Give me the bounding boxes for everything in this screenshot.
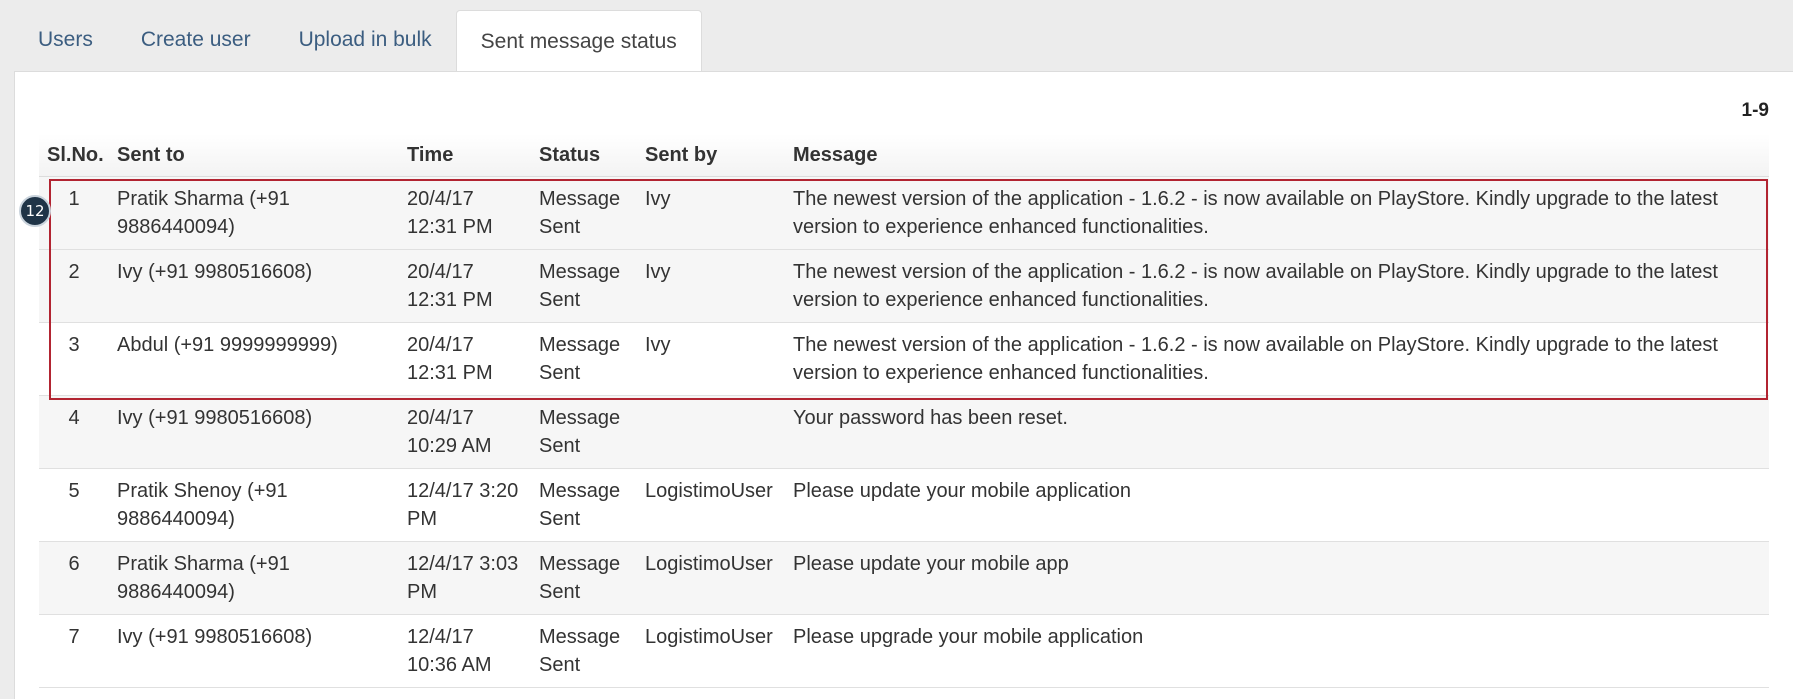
sent-message-status-panel: 1-9 Sl.No. Sent to Time Status Sent by M… <box>14 71 1793 699</box>
cell-sl-no: 2 <box>39 249 109 323</box>
table-row: 6 Pratik Sharma (+91 9886440094) 12/4/17… <box>39 541 1769 615</box>
cell-message: The newest version of the application - … <box>785 249 1769 323</box>
cell-sent-by: LogistimoUser <box>637 614 785 688</box>
cell-time: 12/4/17 3:20 PM <box>399 468 531 542</box>
table-row: 5 Pratik Shenoy (+91 9886440094) 12/4/17… <box>39 468 1769 542</box>
cell-message: Please upgrade your mobile application <box>785 614 1769 688</box>
cell-time: 12/4/17 10:36 AM <box>399 614 531 688</box>
cell-status: Message Sent <box>531 249 637 323</box>
cell-message: Please update your mobile application <box>785 468 1769 542</box>
tab-users[interactable]: Users <box>14 9 117 71</box>
cell-sent-by: Ivy <box>637 322 785 396</box>
cell-status: Message Sent <box>531 176 637 250</box>
tab-bar: Users Create user Upload in bulk Sent me… <box>14 9 1793 72</box>
cell-sl-no: 7 <box>39 614 109 688</box>
table-row: 7 Ivy (+91 9980516608) 12/4/17 10:36 AM … <box>39 614 1769 688</box>
cell-status: Message Sent <box>531 614 637 688</box>
table-row: 3 Abdul (+91 9999999999) 20/4/17 12:31 P… <box>39 322 1769 396</box>
cell-sl-no: 5 <box>39 468 109 542</box>
header-time: Time <box>399 134 531 177</box>
cell-time: 20/4/17 12:31 PM <box>399 176 531 250</box>
cell-sl-no: 4 <box>39 395 109 469</box>
table-row: 2 Ivy (+91 9980516608) 20/4/17 12:31 PM … <box>39 249 1769 323</box>
tab-upload-in-bulk[interactable]: Upload in bulk <box>275 9 456 71</box>
cell-time: 12/4/17 3:03 PM <box>399 541 531 615</box>
cell-sent-to: Ivy (+91 9980516608) <box>109 249 399 323</box>
header-sent-to: Sent to <box>109 134 399 177</box>
cell-status: Message Sent <box>531 322 637 396</box>
cell-sent-to: Abdul (+91 9999999999) <box>109 322 399 396</box>
cell-sent-to: Ivy (+91 9980516608) <box>109 395 399 469</box>
header-status: Status <box>531 134 637 177</box>
table-row: 4 Ivy (+91 9980516608) 20/4/17 10:29 AM … <box>39 395 1769 469</box>
cell-message: Please update your mobile app <box>785 541 1769 615</box>
header-message: Message <box>785 134 1769 177</box>
cell-sent-to: Pratik Shenoy (+91 9886440094) <box>109 468 399 542</box>
header-sl-no: Sl.No. <box>39 134 109 177</box>
cell-status: Message Sent <box>531 395 637 469</box>
tab-sent-message-status[interactable]: Sent message status <box>455 10 702 72</box>
cell-sent-to: Ivy (+91 9980516608) <box>109 614 399 688</box>
header-sent-by: Sent by <box>637 134 785 177</box>
cell-message: The newest version of the application - … <box>785 322 1769 396</box>
cell-sl-no: 3 <box>39 322 109 396</box>
cell-sent-by: Ivy <box>637 176 785 250</box>
cell-sl-no: 6 <box>39 541 109 615</box>
cell-status: Message Sent <box>531 468 637 542</box>
cell-sent-by <box>637 395 785 469</box>
cell-time: 20/4/17 12:31 PM <box>399 249 531 323</box>
tab-create-user[interactable]: Create user <box>117 9 275 71</box>
cell-sent-by: LogistimoUser <box>637 541 785 615</box>
cell-time: 20/4/17 12:31 PM <box>399 322 531 396</box>
cell-sent-to: Pratik Sharma (+91 9886440094) <box>109 541 399 615</box>
cell-time: 20/4/17 10:29 AM <box>399 395 531 469</box>
pagination-range: 1-9 <box>1741 100 1769 121</box>
table-row: 1 Pratik Sharma (+91 9886440094) 20/4/17… <box>39 176 1769 250</box>
annotation-callout-badge: 12 <box>19 195 51 227</box>
sent-messages-table: Sl.No. Sent to Time Status Sent by Messa… <box>39 134 1769 688</box>
table-header-row: Sl.No. Sent to Time Status Sent by Messa… <box>39 134 1769 177</box>
cell-message: The newest version of the application - … <box>785 176 1769 250</box>
cell-message: Your password has been reset. <box>785 395 1769 469</box>
cell-sent-to: Pratik Sharma (+91 9886440094) <box>109 176 399 250</box>
cell-status: Message Sent <box>531 541 637 615</box>
cell-sent-by: Ivy <box>637 249 785 323</box>
cell-sent-by: LogistimoUser <box>637 468 785 542</box>
